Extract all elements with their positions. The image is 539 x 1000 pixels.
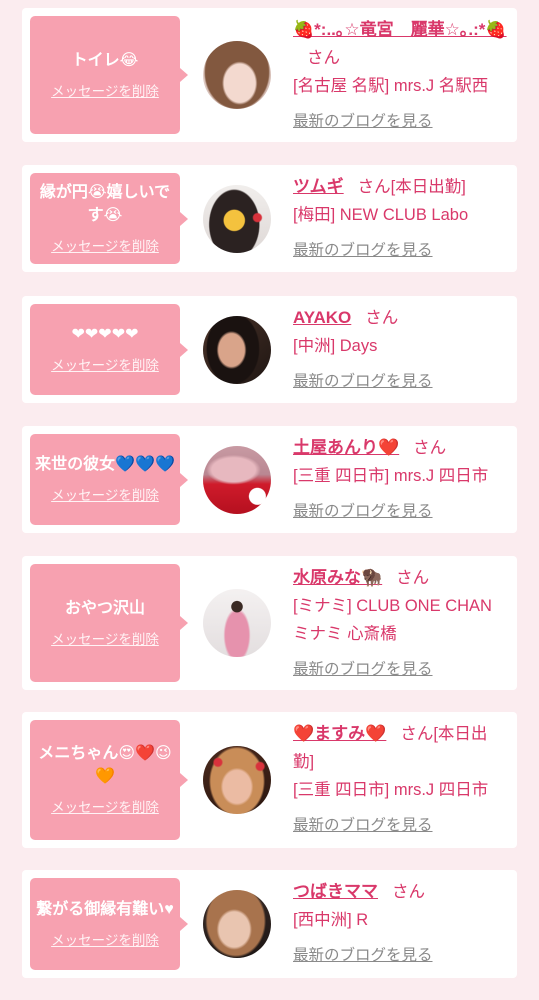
cast-info: 土屋あんり❤️ さん [三重 四日市] mrs.J 四日市 最新のブログを見る <box>293 434 508 526</box>
cast-name-link[interactable]: ツムギ <box>293 177 344 196</box>
shop-location: [梅田] NEW CLUB Labo <box>293 206 469 224</box>
name-line: 🍓*:..｡☆竜宮 麗華☆｡.:*🍓 さん <box>293 16 508 72</box>
message-bubble: 縁が円😭嬉しいです😭 メッセージを削除 <box>30 173 188 264</box>
message-bubble: トイレ😂 メッセージを削除 <box>30 16 188 134</box>
avatar[interactable] <box>203 445 271 514</box>
honorific-suffix: さん <box>400 725 434 743</box>
honorific-suffix: さん <box>357 178 391 196</box>
delete-message-link[interactable]: メッセージを削除 <box>51 237 159 257</box>
cast-name-link[interactable]: 水原みな🦬 <box>293 568 382 587</box>
cast-info: ❤️ますみ❤️ さん[本日出勤] [三重 四日市] mrs.J 四日市 最新のブロ… <box>293 720 508 840</box>
honorific-suffix: さん <box>392 883 425 901</box>
contact-card: 来世の彼女💙💙💙 メッセージを削除 土屋あんり❤️ さん [三重 四日市] mrs… <box>22 426 517 533</box>
cast-name-link[interactable]: ❤️ますみ❤️ <box>293 724 386 743</box>
honorific-suffix: さん <box>396 569 430 587</box>
message-text: 来世の彼女💙💙💙 <box>35 456 175 473</box>
name-line: 水原みな🦬 さん <box>293 564 508 592</box>
avatar[interactable] <box>203 890 271 958</box>
contact-card: ❤❤❤❤❤ メッセージを削除 AYAKO さん [中洲] Days 最新のブログを… <box>22 296 517 403</box>
contact-card: 縁が円😭嬉しいです😭 メッセージを削除 ツムギ さん[本日出勤] [梅田] NEW… <box>22 165 517 272</box>
cast-name-link[interactable]: 土屋あんり❤️ <box>293 438 399 457</box>
cast-info: つばきママ さん [西中洲] R 最新のブログを見る <box>293 878 508 970</box>
contact-card: おやつ沢山 メッセージを削除 水原みな🦬 さん [ミナミ] CLUB ONE CH… <box>22 556 517 690</box>
shop-location: [三重 四日市] mrs.J 四日市 <box>293 781 489 799</box>
latest-blog-link[interactable]: 最新のブログを見る <box>293 237 508 265</box>
message-text: 縁が円😭嬉しいです😭 <box>39 183 171 224</box>
latest-blog-link[interactable]: 最新のブログを見る <box>293 656 508 684</box>
latest-blog-link[interactable]: 最新のブログを見る <box>293 812 508 840</box>
message-text: 繋がる御縁有難い♥ <box>36 900 174 918</box>
delete-message-link[interactable]: メッセージを削除 <box>51 798 159 818</box>
latest-blog-link[interactable]: 最新のブログを見る <box>293 498 508 526</box>
shop-location: [ミナミ] CLUB ONE CHAN ミナミ 心斎橋 <box>293 597 492 643</box>
bubble-pointer <box>180 616 188 630</box>
cast-info: 🍓*:..｡☆竜宮 麗華☆｡.:*🍓さん [名古屋 名駅] mrs.J 名駅西 … <box>293 16 508 136</box>
message-text: メニちゃん😍❤️😉🧡 <box>38 745 172 785</box>
name-line: ツムギ さん[本日出勤] <box>293 173 508 201</box>
shop-location: [名古屋 名駅] mrs.J 名駅西 <box>293 77 489 95</box>
message-bubble: 繋がる御縁有難い♥ メッセージを削除 <box>30 878 188 970</box>
latest-blog-link[interactable]: 最新のブログを見る <box>293 108 508 136</box>
shop-location: [中洲] Days <box>293 337 378 355</box>
message-text: トイレ😂 <box>71 51 139 69</box>
message-bubble: おやつ沢山 メッセージを削除 <box>30 564 188 682</box>
message-bubble: ❤❤❤❤❤ メッセージを削除 <box>30 304 188 395</box>
cast-info: 水原みな🦬 さん [ミナミ] CLUB ONE CHAN ミナミ 心斎橋 最新のブ… <box>293 564 508 684</box>
contact-card: 繋がる御縁有難い♥ メッセージを削除 つばきママ さん [西中洲] R 最新のブロ… <box>22 870 517 978</box>
message-bubble: メニちゃん😍❤️😉🧡 メッセージを削除 <box>30 720 188 840</box>
bubble-pointer <box>180 773 188 787</box>
cast-info: ツムギ さん[本日出勤] [梅田] NEW CLUB Labo 最新のブログを見る <box>293 173 508 265</box>
bubble-pointer <box>180 68 188 82</box>
message-bubble: 来世の彼女💙💙💙 メッセージを削除 <box>30 434 188 525</box>
bubble-pointer <box>180 472 188 487</box>
message-text: おやつ沢山 <box>64 599 145 617</box>
honorific-suffix: さん <box>307 49 340 67</box>
avatar[interactable] <box>203 589 271 657</box>
delete-message-link[interactable]: メッセージを削除 <box>51 486 159 506</box>
delete-message-link[interactable]: メッセージを削除 <box>51 931 159 951</box>
bubble-pointer <box>180 917 188 931</box>
honorific-suffix: さん <box>365 309 399 327</box>
cast-name-link[interactable]: AYAKO <box>293 308 351 327</box>
avatar[interactable] <box>203 41 271 109</box>
name-line: ❤️ますみ❤️ さん[本日出勤] <box>293 720 508 776</box>
contact-card: メニちゃん😍❤️😉🧡 メッセージを削除 ❤️ますみ❤️ さん[本日出勤] [三重 … <box>22 712 517 848</box>
bubble-pointer <box>180 342 188 357</box>
shop-location: [西中洲] R <box>293 911 369 929</box>
shop-location: [三重 四日市] mrs.J 四日市 <box>293 467 489 485</box>
delete-message-link[interactable]: メッセージを削除 <box>51 356 159 376</box>
cast-name-link[interactable]: 🍓*:..｡☆竜宮 麗華☆｡.:*🍓 <box>293 20 507 39</box>
attendance-status: [本日出勤] <box>390 178 466 196</box>
avatar[interactable] <box>203 315 271 384</box>
bubble-pointer <box>180 211 188 226</box>
cast-info: AYAKO さん [中洲] Days 最新のブログを見る <box>293 304 508 396</box>
delete-message-link[interactable]: メッセージを削除 <box>51 630 159 650</box>
contact-card: トイレ😂 メッセージを削除 🍓*:..｡☆竜宮 麗華☆｡.:*🍓 さん [名古屋 … <box>22 8 517 142</box>
name-line: AYAKO さん <box>293 304 508 332</box>
honorific-suffix: さん <box>413 439 447 457</box>
avatar[interactable] <box>203 184 271 253</box>
message-text: ❤❤❤❤❤ <box>71 326 139 343</box>
name-line: つばきママ さん <box>293 878 508 906</box>
avatar[interactable] <box>203 746 271 814</box>
delete-message-link[interactable]: メッセージを削除 <box>51 82 159 102</box>
name-line: 土屋あんり❤️ さん <box>293 434 508 462</box>
latest-blog-link[interactable]: 最新のブログを見る <box>293 942 508 970</box>
cast-name-link[interactable]: つばきママ <box>293 882 378 901</box>
latest-blog-link[interactable]: 最新のブログを見る <box>293 368 508 396</box>
